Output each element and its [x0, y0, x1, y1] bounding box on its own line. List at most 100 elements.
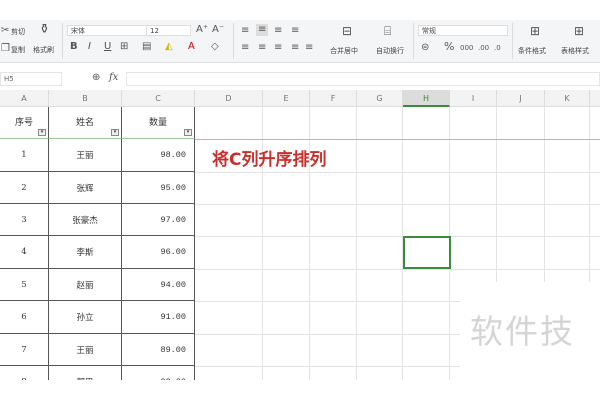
formula-input[interactable] [126, 72, 600, 86]
cell-text: 95.00 [160, 182, 186, 193]
filter-dropdown-icon[interactable]: ▾ [38, 129, 46, 136]
italic-icon[interactable]: I [88, 42, 91, 52]
header-cell[interactable]: 姓名 ▾ [49, 107, 122, 139]
align-bottom-icon[interactable]: ≡ [274, 26, 282, 36]
font-color-icon[interactable]: A [188, 42, 195, 52]
align-left-icon[interactable]: ≡ [241, 43, 249, 53]
cell-text: 96.00 [160, 247, 186, 257]
table-cell[interactable]: 8 [0, 366, 49, 380]
table-cell[interactable]: 2 [0, 172, 49, 204]
table-cell[interactable]: 3 [0, 204, 49, 236]
format-painter-button[interactable]: 格式刷 [33, 45, 54, 55]
table-cell[interactable]: 95.00 [122, 172, 195, 204]
table-cell[interactable]: 91.00 [122, 301, 195, 334]
scissors-icon: ✂ [1, 25, 10, 36]
align-right-icon[interactable]: ≡ [274, 43, 282, 53]
table-cell[interactable]: 王丽 [49, 334, 122, 366]
table-cell[interactable]: 98.00 [122, 139, 195, 172]
align-top-icon[interactable]: ≡ [241, 26, 249, 36]
table-cell[interactable]: 7 [0, 334, 49, 366]
distributed-icon[interactable]: ≡ [305, 43, 313, 53]
table-cell[interactable]: 96.00 [122, 236, 195, 269]
table-cell[interactable]: 王丽 [49, 139, 122, 172]
gridline [195, 139, 600, 140]
column-header-c[interactable]: C [122, 90, 195, 107]
column-header-a[interactable]: A [0, 90, 49, 107]
clear-icon[interactable]: ◇ [211, 42, 219, 52]
indent-icon[interactable]: ≡ [291, 26, 299, 36]
cell-text: 97.00 [160, 214, 186, 225]
column-header-i[interactable]: I [450, 90, 497, 107]
column-header-e[interactable]: E [263, 90, 310, 107]
table-cell[interactable]: 4 [0, 236, 49, 269]
fill-color-icon[interactable]: ◭ [165, 42, 173, 52]
justify-icon[interactable]: ≡ [291, 43, 299, 53]
column-header-b[interactable]: B [49, 90, 122, 107]
decrease-decimal-icon[interactable]: .0 [494, 43, 501, 53]
header-cell[interactable]: 数量 ▾ [122, 107, 195, 139]
align-middle-icon[interactable]: ≡ [256, 24, 269, 36]
zoom-icon[interactable]: ⊕ [92, 73, 100, 83]
table-cell[interactable]: 郭思 [49, 366, 122, 380]
fill-pattern-icon[interactable]: ▤ [142, 42, 151, 52]
font-size-select[interactable]: 12 [146, 25, 191, 36]
copy-button[interactable]: 复制 [11, 45, 25, 55]
wrap-text-button[interactable]: 自动换行 [376, 46, 404, 56]
table-cell[interactable]: 94.00 [122, 269, 195, 301]
currency-icon[interactable]: ⊜ [421, 43, 429, 53]
column-header-j[interactable]: J [497, 90, 545, 107]
cell-text: 序号 [14, 118, 33, 128]
filter-dropdown-icon[interactable]: ▾ [111, 129, 119, 136]
table-cell[interactable]: 89.00 [122, 334, 195, 366]
number-format-select[interactable]: 常规 [418, 25, 508, 36]
gridline [356, 107, 357, 380]
increase-decimal-icon[interactable]: .00 [478, 43, 489, 53]
percent-icon[interactable]: % [444, 41, 454, 52]
table-cell[interactable]: 张辉 [49, 172, 122, 204]
table-cell[interactable]: 5 [0, 269, 49, 301]
table-cell[interactable]: 张豪杰 [49, 204, 122, 236]
column-header-g[interactable]: G [357, 90, 403, 107]
underline-icon[interactable]: U [104, 42, 111, 52]
cell-text: 张辉 [76, 183, 94, 194]
copy-icon: ❐ [1, 43, 10, 54]
merge-center-button[interactable]: 合并居中 [330, 46, 358, 56]
fx-icon[interactable]: fx [109, 73, 118, 83]
column-header-k[interactable]: K [545, 90, 590, 107]
table-style-button[interactable]: 表格样式 [561, 46, 589, 56]
table-cell[interactable]: 李斯 [49, 236, 122, 269]
cell-text: 王丽 [76, 151, 94, 161]
align-center-icon[interactable]: ≡ [258, 43, 266, 53]
instruction-annotation: 将C列升序排列 [212, 150, 327, 170]
column-header-h[interactable]: H [403, 90, 450, 107]
cell-text: 89.00 [160, 344, 186, 355]
name-box[interactable]: H5 [0, 72, 62, 86]
table-cell[interactable]: 孙立 [49, 301, 122, 334]
thousands-icon[interactable]: 000 [460, 43, 473, 53]
border-icon[interactable]: ⊞ [120, 42, 128, 52]
cell-text: 姓名 [75, 118, 94, 128]
conditional-format-button[interactable]: 条件格式 [518, 46, 546, 56]
column-header-f[interactable]: F [310, 90, 357, 107]
increase-font-icon[interactable]: A⁺ [196, 25, 208, 35]
cell-text: 98.00 [160, 150, 186, 160]
selected-cell-h5[interactable] [403, 236, 451, 269]
filter-dropdown-icon[interactable]: ▾ [184, 129, 192, 136]
cell-text: 郭思 [76, 376, 93, 381]
column-header-d[interactable]: D [195, 90, 263, 107]
gridline [195, 204, 600, 205]
cell-text: 孙立 [76, 313, 94, 323]
cell-text: 91.00 [160, 312, 186, 322]
decrease-font-icon[interactable]: A⁻ [212, 25, 224, 35]
table-cell[interactable]: 6 [0, 301, 49, 334]
table-cell[interactable]: 97.00 [122, 204, 195, 236]
cell-text: 5 [21, 279, 27, 290]
header-cell[interactable]: 序号 ▾ [0, 107, 49, 139]
font-name-select[interactable]: 宋体 [67, 25, 147, 36]
table-cell[interactable]: 93.00 [122, 366, 195, 380]
bold-icon[interactable]: B [70, 42, 78, 52]
cut-button[interactable]: 剪切 [11, 27, 25, 37]
table-cell[interactable]: 赵丽 [49, 269, 122, 301]
merge-icon: ⊟ [342, 24, 353, 38]
table-cell[interactable]: 1 [0, 139, 49, 172]
